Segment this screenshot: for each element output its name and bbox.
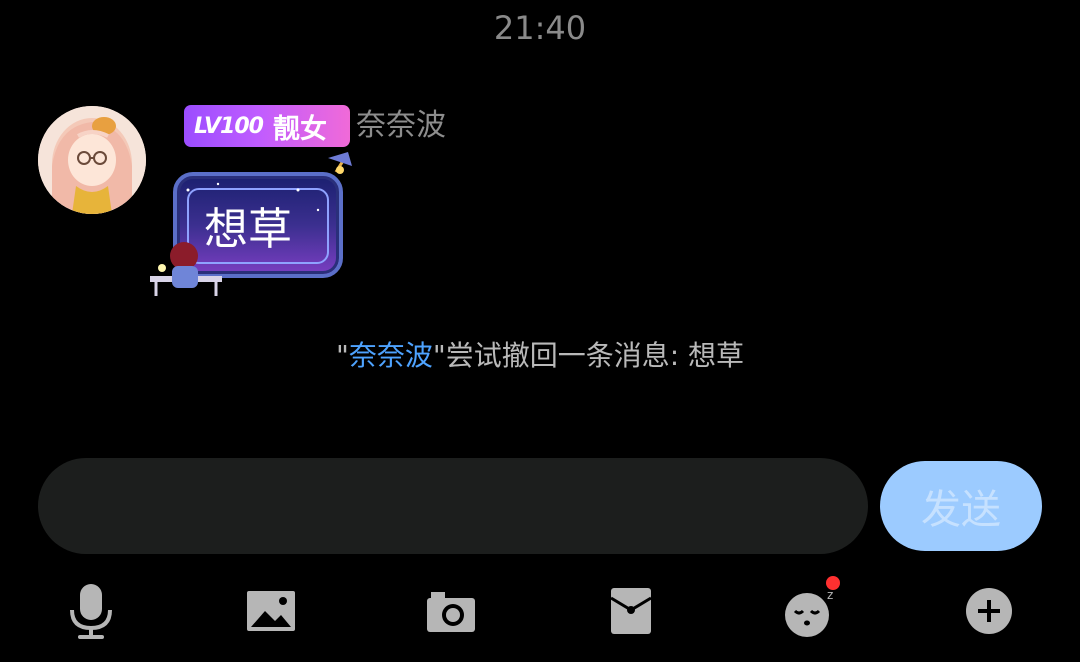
camera-icon (427, 592, 475, 632)
image-button[interactable] (236, 576, 306, 646)
avatar-illustration (38, 106, 146, 214)
avatar[interactable] (38, 106, 146, 214)
message-timestamp: 21:40 (493, 9, 587, 47)
camera-button[interactable] (416, 576, 486, 646)
sticker-button[interactable]: z (776, 576, 846, 646)
input-toolbar: z (0, 576, 1080, 646)
red-packet-button[interactable] (596, 576, 666, 646)
badge-title: 靓女 (272, 113, 327, 145)
recall-quote-open: " (335, 339, 349, 372)
microphone-icon (70, 584, 112, 639)
bubble-frame: 想草 (173, 172, 343, 278)
sender-name: 奈奈波 (356, 108, 446, 143)
more-button[interactable] (954, 576, 1024, 646)
red-packet-icon (610, 588, 652, 634)
level-badge: LV100 靓女 (184, 105, 350, 147)
chat-screen: 21:40 LV100 靓女 奈奈波 想草 "奈奈波"尝试撤回一条消息: 想草 … (0, 0, 1080, 662)
message-input[interactable] (38, 458, 868, 554)
sticker-face-icon: z (785, 588, 833, 637)
message-bubble[interactable]: 想草 (148, 150, 358, 300)
svg-text:z: z (827, 588, 833, 602)
send-button[interactable]: 发送 (880, 461, 1042, 551)
recall-user-link[interactable]: 奈奈波 (349, 339, 433, 372)
voice-button[interactable] (56, 576, 126, 646)
recall-notice: "奈奈波"尝试撤回一条消息: 想草 (0, 336, 1080, 376)
notification-dot (826, 576, 840, 590)
badge-level: LV100 (194, 113, 264, 139)
recall-notice-text: "尝试撤回一条消息: 想草 (432, 339, 745, 372)
plus-icon (966, 588, 1012, 634)
image-icon (247, 591, 295, 631)
message-text: 想草 (204, 204, 292, 255)
